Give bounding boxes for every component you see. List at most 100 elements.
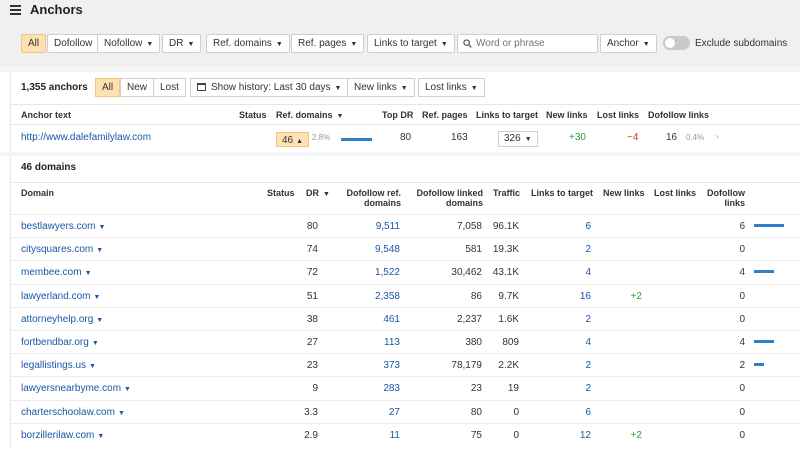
header-lost-links[interactable]: Lost links	[654, 188, 696, 198]
dofollow-ref-value[interactable]: 283	[341, 383, 400, 394]
filter-ref-domains-dropdown[interactable]: Ref. domains ▼	[206, 34, 290, 53]
header-dofollow-ref-domains[interactable]: Dofollow ref. domains	[341, 188, 402, 208]
seg-lost-button[interactable]: Lost	[153, 78, 186, 97]
header-status[interactable]: Status	[267, 188, 295, 198]
new-links-value: +30	[569, 132, 586, 143]
header-links-to-target[interactable]: Links to target	[531, 188, 593, 198]
dofollow-ref-value[interactable]: 113	[341, 337, 400, 348]
domain-link[interactable]: citysquares.com ▼	[21, 244, 103, 255]
links-to-target-value[interactable]: 16	[551, 291, 591, 302]
domain-name: bestlawyers.com	[21, 221, 96, 232]
links-to-target-value[interactable]: 6	[551, 221, 591, 232]
domain-link[interactable]: charterschoolaw.com ▼	[21, 407, 125, 418]
dofollow-ref-value[interactable]: 27	[341, 407, 400, 418]
domains-count: 46 domains	[21, 162, 77, 173]
links-to-target-value[interactable]: 6	[551, 407, 591, 418]
domain-link[interactable]: fortbendbar.org ▼	[21, 337, 99, 348]
domain-name: borzillerilaw.com	[21, 429, 95, 441]
domain-link[interactable]: membee.com ▼	[21, 267, 92, 278]
header-dr[interactable]: DR ▼	[306, 188, 330, 198]
header-status[interactable]: Status	[239, 110, 267, 120]
traffic-value: 2.2K	[498, 360, 519, 372]
header-lost-links[interactable]: Lost links	[597, 110, 639, 120]
header-domain[interactable]: Domain	[21, 188, 54, 198]
links-to-target-value: 326	[504, 133, 521, 144]
ref-domains-value: 46	[282, 135, 294, 146]
domain-link[interactable]: bestlawyers.com ▼	[21, 221, 105, 232]
header-dofollow-links[interactable]: Dofollow links	[705, 188, 745, 208]
traffic-value: 809	[502, 337, 519, 348]
filter-all-button[interactable]: All	[21, 34, 47, 53]
header-traffic[interactable]: Traffic	[493, 188, 520, 198]
filter-ref-pages-label: Ref. pages	[298, 38, 347, 49]
chevron-down-icon: ▼	[98, 224, 106, 231]
filter-anchor-dropdown[interactable]: Anchor ▼	[600, 34, 657, 53]
header-ref-domains-label: Ref. domains	[276, 110, 333, 120]
domain-link[interactable]: lawyersnearbyme.com ▼	[21, 383, 131, 394]
dofollow-linked-value: 7,058	[456, 221, 482, 232]
domain-link[interactable]: borzillerilaw.com ▼	[21, 430, 104, 441]
chevron-down-icon: ▼	[146, 41, 154, 48]
dofollow-ref-value[interactable]: 11	[341, 430, 400, 441]
domain-name: attorneyhelp.org	[21, 313, 94, 325]
dofollow-ref-value[interactable]: 373	[341, 360, 400, 371]
filter-links-to-target-dropdown[interactable]: Links to target ▼	[367, 34, 455, 53]
table-row: legallistings.us ▼ 23 373 78,179 2.2K 2 2	[11, 353, 800, 376]
dofollow-links-value: 4	[739, 337, 745, 348]
links-to-target-dropdown[interactable]: 326 ▼	[498, 131, 538, 147]
header-top-dr[interactable]: Top DR	[382, 110, 413, 120]
header-dofollow-ref-line2: domains	[363, 198, 401, 208]
filter-dr-dropdown[interactable]: DR ▼	[162, 34, 202, 53]
header-ref-domains[interactable]: Ref. domains ▼	[276, 110, 343, 120]
dofollow-linked-value: 380	[465, 337, 482, 348]
filter-ref-pages-dropdown[interactable]: Ref. pages ▼	[291, 34, 365, 53]
anchor-text-link[interactable]: http://www.dalefamilylaw.com	[21, 132, 151, 143]
dofollow-ref-value[interactable]: 9,548	[341, 244, 400, 255]
ref-domains-bar	[341, 138, 372, 141]
header-new-links[interactable]: New links	[546, 110, 588, 120]
dofollow-ref-value[interactable]: 1,522	[341, 267, 400, 278]
dofollow-ref-value[interactable]: 2,358	[341, 291, 400, 302]
dofollow-links-value: 0	[739, 313, 745, 325]
ref-domains-badge[interactable]: 46 ▲	[276, 132, 310, 147]
search-input[interactable]	[476, 37, 594, 50]
menu-icon[interactable]	[10, 5, 21, 15]
links-to-target-value[interactable]: 4	[551, 267, 591, 278]
links-to-target-value[interactable]: 2	[551, 244, 591, 255]
links-to-target-value[interactable]: 2	[551, 314, 591, 325]
header-new-links[interactable]: New links	[603, 188, 645, 198]
search-field[interactable]	[457, 34, 598, 53]
sort-desc-icon: ▼	[323, 191, 330, 198]
exclude-subdomains-toggle[interactable]	[663, 36, 690, 50]
dofollow-ref-value[interactable]: 461	[341, 314, 400, 325]
header-dofollow-links[interactable]: Dofollow links	[648, 110, 709, 120]
domain-link[interactable]: legallistings.us ▼	[21, 360, 96, 371]
header-dofollow-linked-domains[interactable]: Dofollow linked domains	[409, 188, 484, 208]
chevron-down-icon: ▼	[400, 85, 408, 92]
header-links-to-target[interactable]: Links to target	[476, 110, 538, 120]
dofollow-links-value: 2	[739, 360, 745, 372]
domain-link[interactable]: attorneyhelp.org ▼	[21, 314, 103, 325]
filter-dofollow-button[interactable]: Dofollow	[47, 34, 100, 53]
lost-links-value: −4	[627, 132, 639, 143]
chevron-right-icon[interactable]: ›	[716, 132, 719, 141]
new-links-dropdown[interactable]: New links ▼	[347, 78, 415, 97]
seg-new-button[interactable]: New	[120, 78, 155, 97]
header-ref-pages[interactable]: Ref. pages	[422, 110, 468, 120]
dr-value: 9	[312, 383, 318, 395]
dofollow-links-value: 0	[739, 244, 745, 256]
traffic-value: 96.1K	[492, 221, 519, 232]
chevron-down-icon: ▼	[96, 316, 104, 324]
filter-nofollow-dropdown[interactable]: Nofollow ▼	[97, 34, 161, 53]
header-anchor-text[interactable]: Anchor text	[21, 110, 71, 120]
lost-links-dropdown[interactable]: Lost links ▼	[418, 78, 485, 97]
seg-all-button[interactable]: All	[95, 78, 121, 97]
links-to-target-value[interactable]: 2	[551, 360, 591, 371]
dofollow-ref-value[interactable]: 9,511	[341, 221, 400, 232]
history-dropdown[interactable]: Show history: Last 30 days ▼	[190, 78, 349, 97]
links-to-target-value[interactable]: 2	[551, 383, 591, 394]
domain-link[interactable]: lawyerland.com ▼	[21, 291, 100, 302]
table-row: fortbendbar.org ▼ 27 113 380 809 4 4	[11, 330, 800, 353]
links-to-target-value[interactable]: 12	[551, 430, 591, 441]
links-to-target-value[interactable]: 4	[551, 337, 591, 348]
